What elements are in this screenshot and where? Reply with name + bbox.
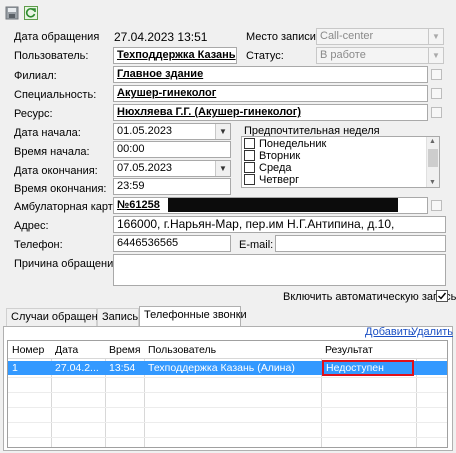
checkmark-icon	[438, 292, 447, 300]
address-value: 166000, г.Нарьян-Мар, пер.им Н.Г.Антипин…	[117, 217, 395, 231]
branch-field[interactable]: Главное здание	[113, 66, 428, 83]
tab-record[interactable]: Запись	[97, 308, 139, 326]
specialty-field[interactable]: Акушер-гинеколог	[113, 85, 428, 102]
specialty-value: Акушер-гинеколог	[117, 87, 217, 99]
result-highlight-box	[322, 360, 414, 376]
status-value: В работе	[320, 49, 366, 61]
start-date-picker[interactable]: 01.05.2023 ▼	[113, 123, 231, 140]
auto-record-label: Включить автоматическую запись	[283, 291, 456, 303]
end-date-label: Дата окончания:	[14, 165, 98, 177]
start-time-input[interactable]: 00:00	[113, 141, 231, 158]
reason-textarea[interactable]	[113, 254, 446, 286]
phone-value: 6446536565	[117, 237, 179, 249]
row-divider	[8, 437, 447, 438]
end-date-picker[interactable]: 07.05.2023 ▼	[113, 160, 231, 177]
end-time-value: 23:59	[117, 180, 145, 192]
address-field[interactable]: 166000, г.Нарьян-Мар, пер.им Н.Г.Антипин…	[113, 216, 446, 233]
specialty-label: Специальность:	[14, 89, 97, 101]
refresh-icon[interactable]	[24, 6, 38, 20]
scroll-up-icon[interactable]: ▲	[429, 138, 436, 145]
source-select[interactable]: Call-center ▼	[316, 28, 444, 45]
calls-table: Номер Дата Время Пользователь Результат …	[7, 340, 448, 448]
floppy-disk-icon[interactable]	[5, 6, 19, 20]
cell-time: 13:54	[109, 362, 136, 374]
user-value: Техподдержка Казань	[117, 49, 236, 61]
column-user[interactable]: Пользователь	[148, 344, 216, 356]
delete-call-link[interactable]: Удалить	[411, 326, 453, 338]
phone-input[interactable]: 6446536565	[113, 235, 231, 252]
column-date[interactable]: Дата	[55, 344, 78, 356]
email-input[interactable]	[275, 235, 446, 252]
end-time-input[interactable]: 23:59	[113, 178, 231, 195]
start-time-value: 00:00	[117, 143, 145, 155]
date-value: 27.04.2023 13:51	[114, 30, 208, 44]
checkbox-icon[interactable]	[244, 138, 255, 149]
card-checkbox[interactable]	[431, 200, 442, 211]
add-call-link[interactable]: Добавить	[365, 326, 414, 338]
chevron-down-icon: ▼	[215, 161, 230, 176]
week-option[interactable]: Вторник	[244, 150, 300, 162]
scroll-down-icon[interactable]: ▼	[429, 179, 436, 186]
redaction-mark	[168, 198, 398, 212]
email-label: E-mail:	[239, 239, 274, 251]
row-divider	[8, 377, 447, 378]
week-option[interactable]: Среда	[244, 162, 291, 174]
specialty-checkbox[interactable]	[431, 88, 442, 99]
user-label: Пользователь:	[14, 50, 89, 62]
table-header: Номер Дата Время Пользователь Результат	[8, 341, 447, 359]
resource-field[interactable]: Нюхляева Г.Г. (Акушер-гинеколог)	[113, 104, 428, 121]
status-label: Статус:	[246, 50, 284, 62]
cell-date: 27.04.2...	[55, 362, 99, 374]
checkbox-icon[interactable]	[244, 162, 255, 173]
source-value: Call-center	[320, 30, 374, 42]
resource-checkbox[interactable]	[431, 107, 442, 118]
end-date-value: 07.05.2023	[117, 162, 173, 174]
branch-checkbox[interactable]	[431, 69, 442, 80]
branch-value: Главное здание	[117, 68, 204, 80]
cell-number: 1	[12, 362, 18, 374]
row-divider	[8, 392, 447, 393]
column-time[interactable]: Время	[109, 344, 141, 356]
tab-cases[interactable]: Случаи обращения	[6, 308, 110, 326]
column-number[interactable]: Номер	[12, 344, 44, 356]
reason-label: Причина обращения:	[14, 258, 123, 270]
checkbox-icon[interactable]	[244, 174, 255, 185]
chevron-down-icon: ▼	[428, 29, 443, 44]
status-select[interactable]: В работе ▼	[316, 47, 444, 64]
resource-label: Ресурс:	[14, 108, 53, 120]
column-result[interactable]: Результат	[325, 344, 373, 356]
branch-label: Филиал:	[14, 70, 57, 82]
address-label: Адрес:	[14, 220, 49, 232]
end-time-label: Время окончания:	[14, 183, 107, 195]
phone-label: Телефон:	[14, 239, 63, 251]
checkbox-icon[interactable]	[244, 150, 255, 161]
week-option[interactable]: Четверг	[244, 174, 299, 186]
card-label: Амбулаторная карта:	[14, 201, 122, 213]
start-date-value: 01.05.2023	[117, 125, 173, 137]
resource-value: Нюхляева Г.Г. (Акушер-гинеколог)	[117, 106, 302, 118]
chevron-down-icon: ▼	[428, 48, 443, 63]
row-divider	[8, 422, 447, 423]
tab-phone-calls[interactable]: Телефонные звонки	[139, 306, 247, 326]
chevron-down-icon: ▼	[215, 124, 230, 139]
row-divider	[8, 407, 447, 408]
week-scrollbar[interactable]: ▲ ▼	[426, 137, 439, 187]
auto-record-checkbox[interactable]	[436, 290, 448, 302]
cell-user: Техподдержка Казань (Алина)	[148, 362, 295, 374]
start-time-label: Время начала:	[14, 146, 90, 158]
source-label: Место записи:	[246, 31, 319, 43]
week-listbox[interactable]: Понедельник Вторник Среда Четверг ▲ ▼	[241, 136, 440, 188]
card-value: №61258	[117, 199, 160, 211]
date-label: Дата обращения	[14, 31, 100, 43]
user-field[interactable]: Техподдержка Казань	[113, 47, 237, 64]
start-date-label: Дата начала:	[14, 127, 81, 139]
scroll-thumb[interactable]	[428, 149, 438, 167]
week-option[interactable]: Понедельник	[244, 138, 326, 150]
